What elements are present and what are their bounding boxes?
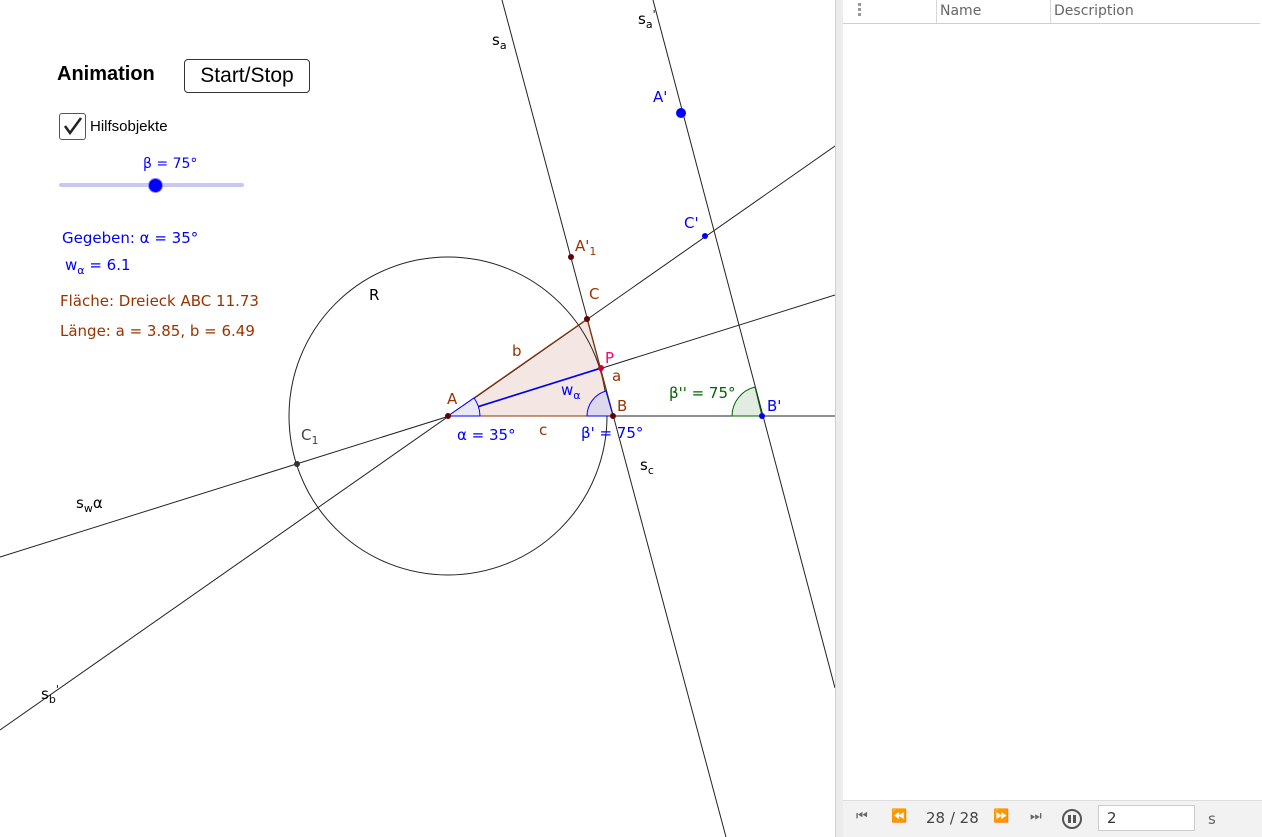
label-r: R <box>369 286 380 304</box>
hilfsobjekte-label: Hilfsobjekte <box>90 118 168 135</box>
drag-handle-icon[interactable] <box>858 3 864 19</box>
label-alpha: α = 35° <box>457 426 516 444</box>
point-a[interactable] <box>445 413 451 419</box>
start-stop-button[interactable]: Start/Stop <box>184 59 310 93</box>
graphics-view[interactable]: Animation Start/Stop Hilfsobjekte β = 75… <box>0 0 835 837</box>
point-b-prime[interactable] <box>759 413 765 419</box>
next-step-icon[interactable]: ⏩ <box>993 809 1009 824</box>
speed-unit: s <box>1208 810 1216 828</box>
construction-playbar: ⏮ ⏪ 28 / 28 ⏩ ⏭ s <box>843 800 1262 837</box>
beta-slider-label: β = 75° <box>143 156 198 172</box>
hilfsobjekte-checkbox[interactable] <box>59 113 86 140</box>
first-step-icon[interactable]: ⏮ <box>856 809 868 824</box>
area-text: Fläche: Dreieck ABC 11.73 <box>60 292 259 310</box>
step-counter: 28 / 28 <box>926 809 979 827</box>
label-beta-double-prime: β'' = 75° <box>669 384 736 402</box>
label-b-point: B <box>617 397 628 415</box>
label-s-b-prime: sb' <box>41 683 59 706</box>
label-b-prime: B' <box>767 397 782 415</box>
point-p[interactable] <box>598 365 604 371</box>
label-c-side: c <box>539 421 548 439</box>
column-name[interactable]: Name <box>936 0 1050 23</box>
label-a1: A'1 <box>575 237 597 258</box>
table-header: Name Description <box>843 0 1260 24</box>
column-description[interactable]: Description <box>1050 0 1260 23</box>
point-c1[interactable] <box>294 461 300 467</box>
label-b: b <box>512 342 522 360</box>
label-p: P <box>605 349 615 367</box>
beta-slider-handle[interactable] <box>148 178 163 193</box>
angle-beta-double-prime-arc[interactable] <box>731 386 763 417</box>
checkmark-icon <box>63 117 83 136</box>
label-a-point: A <box>447 390 458 408</box>
label-s-c: sc <box>640 456 654 477</box>
animation-title: Animation <box>57 63 155 85</box>
label-beta-prime: β' = 75° <box>581 424 644 442</box>
point-c[interactable] <box>584 316 590 322</box>
label-a-prime: A' <box>653 88 668 106</box>
w-alpha-text: wα = 6.1 <box>65 256 131 277</box>
given-text: Gegeben: α = 35° <box>62 229 199 247</box>
label-a: a <box>612 367 622 385</box>
label-s-a-prime: sa' <box>638 8 656 31</box>
point-c-prime[interactable] <box>702 233 708 239</box>
pause-icon[interactable] <box>1062 809 1082 829</box>
point-a-prime[interactable] <box>676 108 686 118</box>
label-w-alpha: wα <box>561 381 581 402</box>
point-b[interactable] <box>610 413 616 419</box>
previous-step-icon[interactable]: ⏪ <box>891 809 907 824</box>
label-c-prime: C' <box>684 214 699 232</box>
sidebar-splitter[interactable] <box>835 0 843 837</box>
label-s-a: sa <box>492 31 507 52</box>
last-step-icon[interactable]: ⏭ <box>1030 809 1042 824</box>
algebra-sidebar: Name Description ⏮ ⏪ 28 / 28 ⏩ ⏭ s <box>835 0 1262 837</box>
point-a1[interactable] <box>568 254 574 260</box>
speed-input[interactable] <box>1098 805 1195 831</box>
label-s-w-alpha: swα <box>76 494 103 515</box>
label-c: C <box>589 285 600 303</box>
lengths-text: Länge: a = 3.85, b = 6.49 <box>60 322 255 340</box>
label-c1: C1 <box>301 426 319 447</box>
